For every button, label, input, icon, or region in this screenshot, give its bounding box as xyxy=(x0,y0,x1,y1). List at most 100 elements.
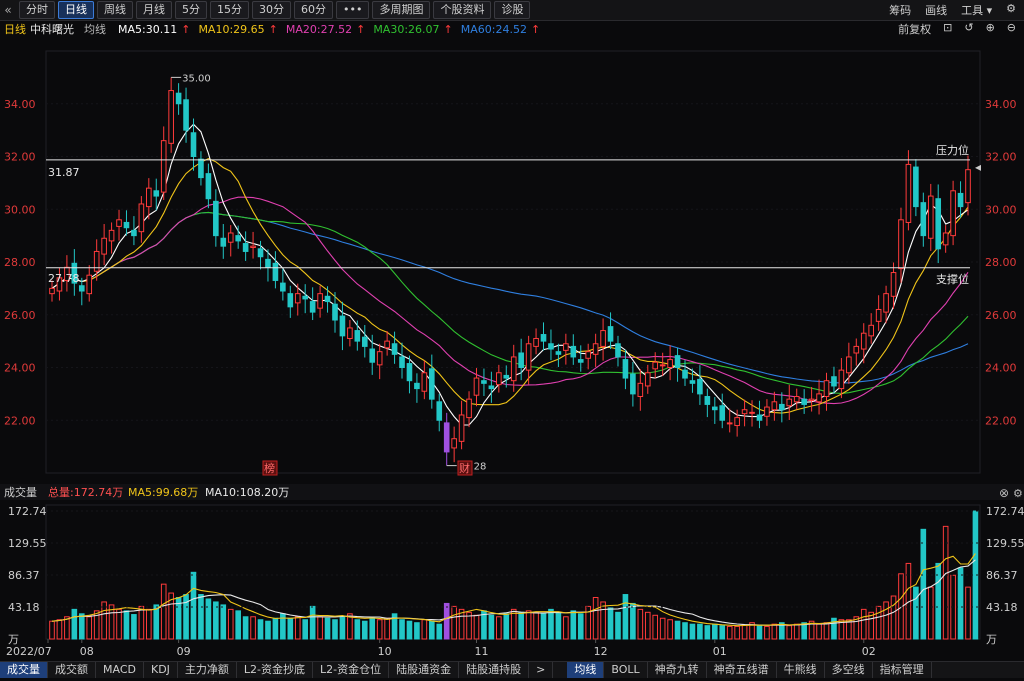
tab-monthly[interactable]: 月线 xyxy=(136,1,172,19)
indicator-tab[interactable]: 陆股通资金 xyxy=(389,662,460,678)
candle-body xyxy=(704,396,711,405)
candle-body xyxy=(622,359,629,379)
indicator-tab[interactable]: 指标管理 xyxy=(873,662,932,678)
volume-bar xyxy=(265,620,271,640)
candle-body xyxy=(689,380,696,384)
diagnose-button[interactable]: 诊股 xyxy=(494,1,531,19)
x-label: 11 xyxy=(474,645,488,658)
volume-bar xyxy=(242,616,249,640)
candle-body xyxy=(123,221,130,229)
indicator-tab[interactable]: 牛熊线 xyxy=(777,662,825,678)
candle-body xyxy=(868,324,874,337)
candle-body xyxy=(280,282,286,292)
volume-bar xyxy=(823,622,830,640)
more-periods-button[interactable]: ••• xyxy=(336,1,370,19)
volume-bar xyxy=(704,625,711,640)
candle-body xyxy=(205,173,212,200)
indicator-tab[interactable]: 均线 xyxy=(567,662,605,678)
candle-body xyxy=(965,169,971,204)
ma-info-bar: 日线 中科曙光 均线 MA5:30.11 ↑ MA10:29.65 ↑ MA20:2… xyxy=(0,21,1024,37)
candle xyxy=(361,325,368,358)
chart-area[interactable]: 31.87 27.78 压力位支撑位 34.00 34.00 32.00 32.00 30.… xyxy=(0,37,1024,681)
candle-body xyxy=(674,355,681,369)
candle-body xyxy=(935,198,942,250)
indicator-tab-bar: 成交量 成交额 MACD KDJ 主力净额 L2-资金抄底 L2-资金仓位 陆股通资金 陆股通持… xyxy=(0,661,1024,678)
volume-bar xyxy=(399,619,405,640)
candle xyxy=(421,360,428,400)
volume-bar xyxy=(518,611,524,640)
tab-fenshi[interactable]: 分时 xyxy=(19,1,55,19)
tab-5min[interactable]: 5分 xyxy=(175,1,207,19)
volume-bar xyxy=(361,620,368,640)
indicator-tab[interactable]: L2-资金抄底 xyxy=(237,662,314,678)
indicator-tab[interactable]: MACD xyxy=(96,662,144,678)
candle-body xyxy=(600,330,606,347)
multi-period-button[interactable]: 多周期图 xyxy=(372,1,431,19)
candle xyxy=(533,328,539,355)
volume-bar xyxy=(160,583,167,640)
tab-weekly[interactable]: 周线 xyxy=(97,1,133,19)
indicator-tab[interactable]: 陆股通持股 xyxy=(459,662,530,678)
candle-body xyxy=(577,359,584,363)
volume-bar xyxy=(205,598,212,640)
volume-bar xyxy=(64,616,70,640)
candle xyxy=(570,334,577,365)
lock-icon[interactable]: ⊡ xyxy=(943,21,952,37)
candle-body xyxy=(883,293,889,313)
candle-body xyxy=(697,378,703,395)
adjust-mode-button[interactable]: 前复权 xyxy=(898,21,931,37)
stock-info-button[interactable]: 个股资料 xyxy=(433,1,492,19)
candle xyxy=(860,323,867,364)
indicator-tab[interactable]: 成交额 xyxy=(48,662,96,678)
volume-bar xyxy=(764,625,770,640)
ma60-text: MA60:24.52 xyxy=(460,22,527,36)
candle-body xyxy=(711,406,718,411)
settings-icon[interactable]: ⚙ xyxy=(1006,2,1016,18)
tab-15min[interactable]: 15分 xyxy=(210,1,249,19)
volume-tick-right: 172.74 xyxy=(986,505,1024,518)
indicator-tab[interactable]: KDJ xyxy=(144,662,178,678)
indicator-tab[interactable]: 神奇九转 xyxy=(648,662,707,678)
x-label: 2022/07 xyxy=(6,645,52,658)
indicator-tab[interactable]: 主力净额 xyxy=(178,662,237,678)
volume-bar xyxy=(220,604,227,640)
candle xyxy=(585,343,592,370)
candle-body xyxy=(563,343,569,351)
price-tick-left: 24.00 xyxy=(4,362,36,375)
candle xyxy=(801,389,807,414)
candle xyxy=(816,379,822,415)
indicator-tab[interactable]: BOLL xyxy=(604,662,648,678)
draw-line-button[interactable]: 画线 xyxy=(925,2,947,18)
volume-bar xyxy=(682,622,688,640)
candle-body xyxy=(458,414,465,442)
indicator-tab[interactable]: 多空线 xyxy=(825,662,873,678)
candle-body xyxy=(942,232,949,246)
candle xyxy=(637,369,644,411)
candle-body xyxy=(399,356,405,369)
ma-group-label[interactable]: 均线 xyxy=(84,21,106,37)
indicator-tab[interactable]: 成交量 xyxy=(0,662,48,678)
tab-60min[interactable]: 60分 xyxy=(294,1,333,19)
zoom-out-icon[interactable]: ⊖ xyxy=(1007,21,1016,37)
candle xyxy=(78,277,85,306)
tools-label: 工具 xyxy=(961,4,984,17)
volume-bar xyxy=(503,613,510,640)
volume-bar xyxy=(711,623,718,640)
zoom-in-icon[interactable]: ⊕ xyxy=(986,21,995,37)
indicator-tab[interactable]: L2-资金仓位 xyxy=(313,662,390,678)
candle-body xyxy=(183,99,189,131)
resistance-label: 压力位 xyxy=(936,143,969,157)
collapse-left-icon[interactable]: « xyxy=(0,3,16,17)
indicator-tab[interactable]: > xyxy=(529,662,554,678)
candle-body xyxy=(287,293,294,308)
candle-body xyxy=(235,235,241,242)
candle-body xyxy=(637,382,644,398)
indicator-tab[interactable]: 神奇五线谱 xyxy=(707,662,777,678)
candle-body xyxy=(168,90,174,144)
candle xyxy=(272,251,279,289)
undo-icon[interactable]: ↺ xyxy=(964,21,973,37)
chips-button[interactable]: 筹码 xyxy=(889,2,911,18)
tab-30min[interactable]: 30分 xyxy=(252,1,291,19)
tools-button[interactable]: 工具 ▾ xyxy=(961,2,992,18)
tab-daily[interactable]: 日线 xyxy=(58,1,94,19)
